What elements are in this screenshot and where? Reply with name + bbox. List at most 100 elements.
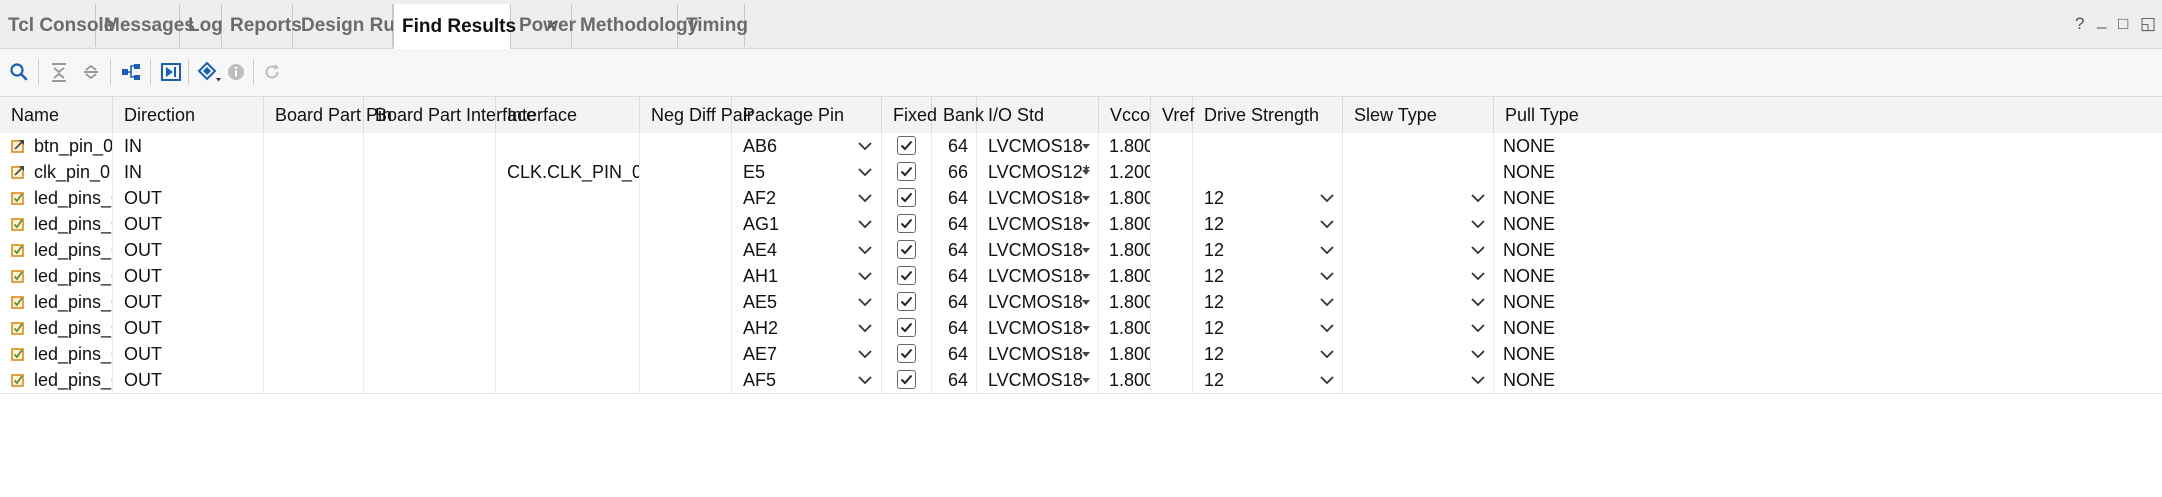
slew-type-cell[interactable]	[1343, 237, 1494, 263]
dropdown-arrow-icon[interactable]	[1082, 248, 1090, 253]
tab-tcl-console[interactable]: Tcl Console	[0, 4, 114, 47]
tab-timing[interactable]: Timing	[678, 4, 748, 47]
drive-strength-cell[interactable]: 12	[1193, 315, 1343, 341]
chevron-down-icon[interactable]	[1320, 289, 1334, 315]
dropdown-arrow-icon[interactable]	[1082, 196, 1090, 201]
name-cell[interactable]: btn_pin_0	[0, 133, 113, 159]
search-icon[interactable]	[4, 57, 34, 87]
io-std-cell[interactable]: LVCMOS18	[977, 237, 1099, 263]
slew-type-cell[interactable]	[1343, 185, 1494, 211]
fixed-checkbox[interactable]	[897, 370, 916, 389]
column-header-pull-type[interactable]: Pull Type	[1494, 97, 1579, 133]
slew-type-cell[interactable]	[1343, 341, 1494, 367]
io-std-cell[interactable]: LVCMOS12*	[977, 159, 1099, 185]
tab-log[interactable]: Log	[180, 4, 223, 47]
package-pin-cell[interactable]: AF2	[732, 185, 882, 211]
column-header-name[interactable]: Name	[0, 97, 113, 133]
column-header-vcco[interactable]: Vcco	[1099, 97, 1151, 133]
collapse-all-icon[interactable]	[44, 57, 74, 87]
dropdown-arrow-icon[interactable]	[1082, 352, 1090, 357]
chevron-down-icon[interactable]	[1471, 315, 1485, 341]
io-std-cell[interactable]: LVCMOS18	[977, 341, 1099, 367]
fixed-checkbox[interactable]	[897, 188, 916, 207]
table-row[interactable]: clk_pin_0 IN CLK.CLK_PIN_0_54576 E5 66 L…	[0, 159, 2162, 186]
tab-messages[interactable]: Messages	[96, 4, 195, 47]
chevron-down-icon[interactable]	[1471, 367, 1485, 393]
package-pin-cell[interactable]: AE7	[732, 341, 882, 367]
fixed-checkbox[interactable]	[897, 344, 916, 363]
dropdown-arrow-icon[interactable]	[1082, 378, 1090, 383]
chevron-down-icon[interactable]	[1320, 211, 1334, 237]
tab-design-runs[interactable]: Design Runs	[293, 4, 417, 47]
column-header-board-part-pin[interactable]: Board Part Pin	[264, 97, 392, 133]
name-cell[interactable]: led_pins_0[7]	[0, 185, 113, 211]
io-std-cell[interactable]: LVCMOS18	[977, 367, 1099, 393]
drive-strength-cell[interactable]: 12	[1193, 211, 1343, 237]
slew-type-cell[interactable]	[1343, 315, 1494, 341]
chevron-down-icon[interactable]	[858, 211, 872, 237]
column-header-drive-strength[interactable]: Drive Strength	[1193, 97, 1343, 133]
table-row[interactable]: led_pins_0[7] OUT AF2 64 LVCMOS18 1.800 …	[0, 185, 2162, 212]
chevron-down-icon[interactable]	[858, 315, 872, 341]
package-pin-cell[interactable]: AE5	[732, 289, 882, 315]
name-cell[interactable]: clk_pin_0	[0, 159, 113, 185]
io-std-cell[interactable]: LVCMOS18	[977, 289, 1099, 315]
fixed-checkbox[interactable]	[897, 162, 916, 181]
chevron-down-icon[interactable]	[858, 367, 872, 393]
table-row[interactable]: led_pins_0[1] OUT AE7 64 LVCMOS18 1.800 …	[0, 341, 2162, 368]
column-header-neg-diff-pair[interactable]: Neg Diff Pair	[640, 97, 753, 133]
table-row[interactable]: led_pins_0[6] OUT AG1 64 LVCMOS18 1.800 …	[0, 211, 2162, 238]
drive-strength-cell[interactable]: 12	[1193, 367, 1343, 393]
chevron-down-icon[interactable]	[858, 185, 872, 211]
drive-strength-cell[interactable]: 12	[1193, 237, 1343, 263]
chevron-down-icon[interactable]	[1471, 263, 1485, 289]
fixed-checkbox[interactable]	[897, 266, 916, 285]
expand-all-icon[interactable]	[76, 57, 106, 87]
fixed-checkbox[interactable]	[897, 292, 916, 311]
column-header-direction[interactable]: Direction	[113, 97, 264, 133]
chevron-down-icon[interactable]	[1471, 289, 1485, 315]
fixed-checkbox[interactable]	[897, 318, 916, 337]
schematic-icon[interactable]	[156, 57, 186, 87]
dropdown-arrow-icon[interactable]	[1082, 300, 1090, 305]
drive-strength-cell[interactable]: 12	[1193, 341, 1343, 367]
table-row[interactable]: btn_pin_0 IN AB6 64 LVCMOS18 1.800 NONE	[0, 133, 2162, 160]
column-header-board-part-interface[interactable]: Board Part Interface	[364, 97, 536, 133]
slew-type-cell[interactable]	[1343, 133, 1494, 159]
name-cell[interactable]: led_pins_0[5]	[0, 237, 113, 263]
column-header-package-pin[interactable]: Package Pin	[732, 97, 882, 133]
package-pin-cell[interactable]: AH2	[732, 315, 882, 341]
table-row[interactable]: led_pins_0[0] OUT AF5 64 LVCMOS18 1.800 …	[0, 367, 2162, 394]
dropdown-arrow-icon[interactable]	[1082, 222, 1090, 227]
column-header-slew-type[interactable]: Slew Type	[1343, 97, 1494, 133]
chevron-down-icon[interactable]	[1471, 237, 1485, 263]
chevron-down-icon[interactable]	[858, 133, 872, 159]
io-std-cell[interactable]: LVCMOS18	[977, 133, 1099, 159]
drive-strength-cell[interactable]: 12	[1193, 289, 1343, 315]
table-row[interactable]: led_pins_0[2] OUT AH2 64 LVCMOS18 1.800 …	[0, 315, 2162, 342]
dropdown-arrow-icon[interactable]	[1082, 274, 1090, 279]
slew-type-cell[interactable]	[1343, 159, 1494, 185]
package-pin-cell[interactable]: E5	[732, 159, 882, 185]
package-pin-cell[interactable]: AE4	[732, 237, 882, 263]
fixed-checkbox[interactable]	[897, 240, 916, 259]
column-header-vref[interactable]: Vref	[1151, 97, 1194, 133]
help-icon[interactable]: ?	[2075, 14, 2084, 34]
package-pin-cell[interactable]: AF5	[732, 367, 882, 393]
minimize-icon[interactable]: _	[2097, 10, 2106, 30]
name-cell[interactable]: led_pins_0[0]	[0, 367, 113, 393]
io-std-cell[interactable]: LVCMOS18	[977, 315, 1099, 341]
dropdown-arrow-icon[interactable]	[1082, 326, 1090, 331]
restore-icon[interactable]: □	[2118, 14, 2128, 34]
name-cell[interactable]: led_pins_0[3]	[0, 289, 113, 315]
column-header-fixed[interactable]: Fixed	[882, 97, 937, 133]
fixed-checkbox[interactable]	[897, 136, 916, 155]
drive-strength-cell[interactable]: 12	[1193, 263, 1343, 289]
drive-strength-cell[interactable]	[1193, 159, 1343, 185]
name-cell[interactable]: led_pins_0[2]	[0, 315, 113, 341]
table-row[interactable]: led_pins_0[4] OUT AH1 64 LVCMOS18 1.800 …	[0, 263, 2162, 290]
column-header-bank[interactable]: Bank	[932, 97, 984, 133]
tab-power[interactable]: Power	[511, 4, 576, 47]
chevron-down-icon[interactable]	[1320, 237, 1334, 263]
slew-type-cell[interactable]	[1343, 211, 1494, 237]
